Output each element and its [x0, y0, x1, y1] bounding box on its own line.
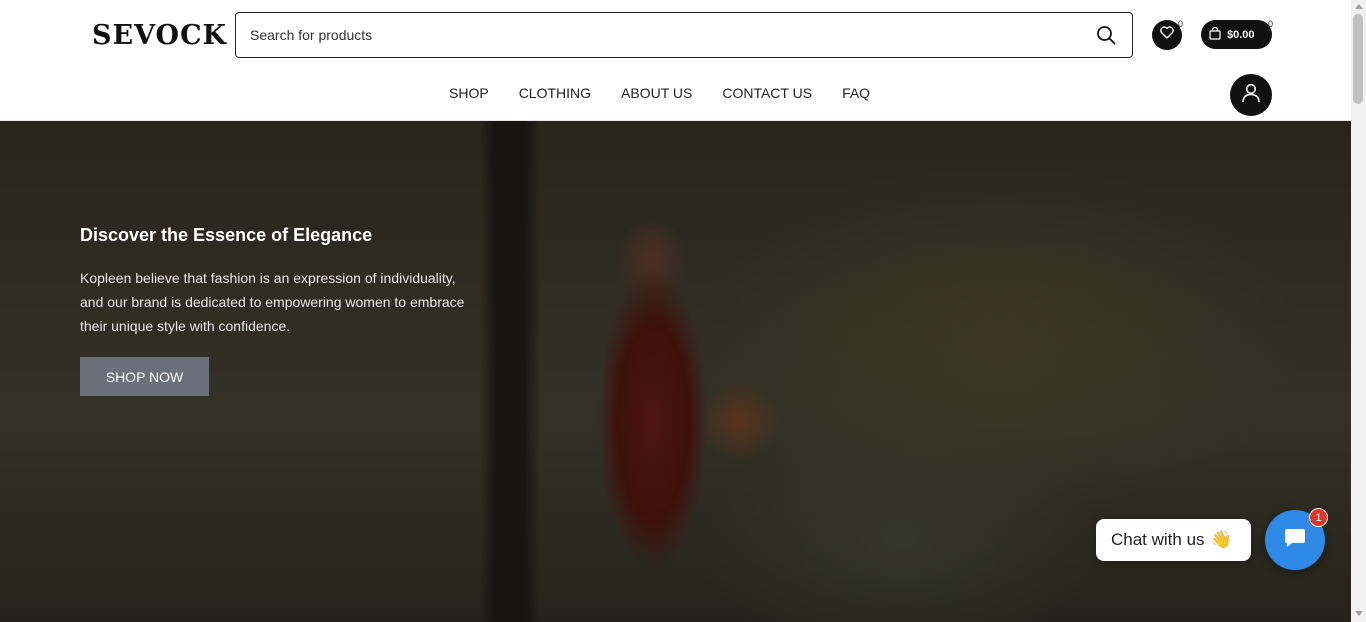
site-header: SEVOCK 0 $0.00 0 SHOP CLOTHING ABOUT US …: [0, 0, 1351, 121]
hero-description: Kopleen believe that fashion is an expre…: [80, 270, 465, 334]
user-icon: [1240, 82, 1262, 109]
cart-count: 0: [1268, 19, 1274, 29]
hero-title: Discover the Essence of Elegance: [80, 225, 373, 245]
shop-now-button[interactable]: SHOP NOW: [80, 357, 209, 396]
chat-label-text: Chat with us: [1111, 530, 1205, 549]
nav-item-shop[interactable]: SHOP: [449, 85, 489, 101]
search-input[interactable]: [250, 27, 1094, 43]
scroll-up-arrow-icon[interactable]: [1355, 4, 1363, 9]
nav-item-contact-us[interactable]: CONTACT US: [722, 85, 812, 101]
waving-hand-icon: 👋: [1210, 530, 1232, 549]
nav-item-about-us[interactable]: ABOUT US: [621, 85, 692, 101]
cart-button[interactable]: $0.00: [1201, 20, 1272, 49]
wishlist-count: 0: [1178, 19, 1184, 29]
nav-item-clothing[interactable]: CLOTHING: [519, 85, 591, 101]
heart-icon: [1160, 26, 1174, 44]
account-button[interactable]: [1230, 74, 1272, 116]
nav-item-faq[interactable]: FAQ: [842, 85, 870, 101]
scroll-down-arrow-icon[interactable]: [1355, 611, 1363, 616]
chat-notification-badge: 1: [1309, 508, 1328, 527]
chat-bubble-icon: [1284, 528, 1306, 553]
main-nav: SHOP CLOTHING ABOUT US CONTACT US FAQ: [449, 85, 900, 101]
chat-with-us-label[interactable]: Chat with us 👋: [1096, 519, 1251, 561]
search-bar: [235, 12, 1133, 58]
cart-amount: $0.00: [1227, 28, 1255, 41]
scrollbar-thumb[interactable]: [1353, 14, 1363, 104]
search-icon[interactable]: [1094, 23, 1118, 47]
site-logo[interactable]: SEVOCK: [92, 20, 227, 51]
shopping-bag-icon: [1209, 26, 1221, 43]
